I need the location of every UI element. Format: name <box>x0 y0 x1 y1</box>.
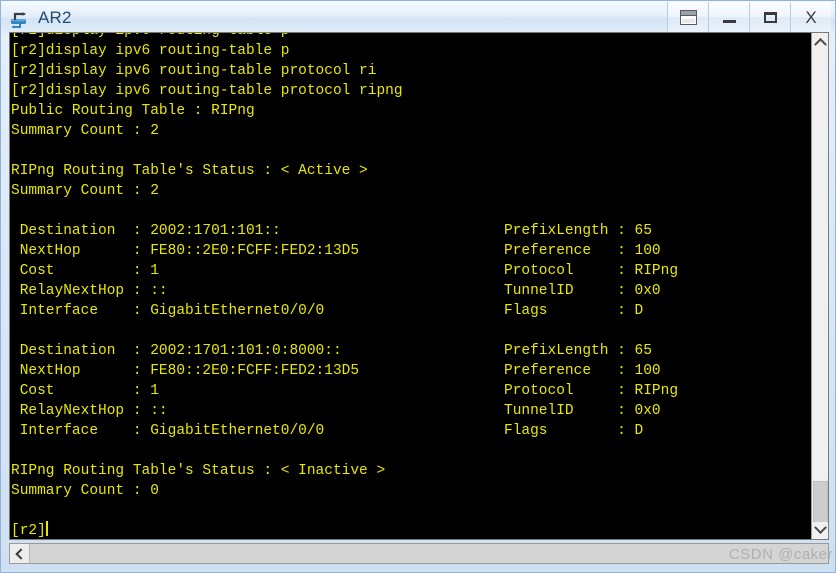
terminal-line: NextHop : FE80::2E0:FCFF:FED2:13D5 Prefer… <box>11 361 806 381</box>
horizontal-scrollbar-track[interactable] <box>30 544 828 563</box>
window-controls: X <box>667 2 831 32</box>
maximize-button[interactable] <box>749 2 790 32</box>
terminal-line-right: TunnelID : 0x0 <box>504 283 661 299</box>
restore-button[interactable] <box>667 2 708 32</box>
close-icon: X <box>805 7 817 27</box>
title-bar-left: AR2 <box>1 6 72 30</box>
terminal-output-area[interactable]: [r2]display ipv6 routing-table p [r2]disp… <box>9 32 829 540</box>
terminal-line: Cost : 1 Protocol : RIPng <box>11 381 806 401</box>
minimize-button[interactable] <box>708 2 749 32</box>
terminal-line: RelayNextHop : :: TunnelID : 0x0 <box>11 401 806 421</box>
scroll-down-button[interactable] <box>812 521 828 539</box>
terminal-line-right: Protocol : RIPng <box>504 383 679 399</box>
terminal-line-left: Cost : 1 <box>11 263 159 279</box>
terminal-line-right: PrefixLength : 65 <box>504 343 652 359</box>
terminal-line-right: Protocol : RIPng <box>504 263 679 279</box>
terminal-line-left: Interface : GigabitEthernet0/0/0 <box>11 423 325 439</box>
title-bar[interactable]: AR2 X <box>1 1 835 34</box>
terminal-line-left: Public Routing Table : RIPng <box>11 103 255 119</box>
terminal-line-left: [r2]display ipv6 routing-table protocol … <box>11 83 403 99</box>
terminal-line: [r2]display ipv6 routing-table p <box>11 33 806 41</box>
terminal-line-left: RIPng Routing Table's Status : < Inactiv… <box>11 463 386 479</box>
terminal-line-right: Preference : 100 <box>504 363 661 379</box>
router-icon <box>8 6 32 30</box>
terminal-line: Summary Count : 0 <box>11 481 806 501</box>
scroll-left-button[interactable] <box>10 544 30 563</box>
terminal-line: Destination : 2002:1701:101:: PrefixLengt… <box>11 221 806 241</box>
terminal-line-left: Summary Count : 2 <box>11 183 159 199</box>
ar2-console-window: AR2 X [r2]display ipv6 routing-table p [r… <box>0 0 836 573</box>
terminal-line-right: Flags : D <box>504 423 644 439</box>
vertical-scrollbar[interactable] <box>811 33 828 539</box>
terminal-line-left: Cost : 1 <box>11 383 159 399</box>
terminal-line: [r2] <box>11 521 806 539</box>
minimize-icon <box>722 19 736 23</box>
terminal-line: NextHop : FE80::2E0:FCFF:FED2:13D5 Prefer… <box>11 241 806 261</box>
terminal-line-left: RelayNextHop : :: <box>11 403 168 419</box>
terminal-line-right: PrefixLength : 65 <box>504 223 652 239</box>
terminal-line-left: Interface : GigabitEthernet0/0/0 <box>11 303 325 319</box>
window-restore-icon <box>679 9 697 25</box>
close-button[interactable]: X <box>790 2 831 32</box>
maximize-icon <box>763 11 777 23</box>
terminal-line-left: [r2] <box>11 523 46 539</box>
terminal-line-right: TunnelID : 0x0 <box>504 403 661 419</box>
chevron-up-icon <box>813 37 827 51</box>
terminal-line-right: Flags : D <box>504 303 644 319</box>
terminal-line-left: Destination : 2002:1701:101:0:8000:: <box>11 343 342 359</box>
terminal-line-left: Summary Count : 2 <box>11 123 159 139</box>
terminal-line: [r2]display ipv6 routing-table protocol … <box>11 61 806 81</box>
terminal-line: RIPng Routing Table's Status : < Inactiv… <box>11 461 806 481</box>
terminal-line-left: [r2]display ipv6 routing-table p <box>11 33 289 39</box>
chevron-down-icon <box>813 521 827 535</box>
terminal-line: RIPng Routing Table's Status : < Active … <box>11 161 806 181</box>
scroll-up-button[interactable] <box>812 33 828 51</box>
terminal-line-left: RIPng Routing Table's Status : < Active … <box>11 163 368 179</box>
terminal-line-left: [r2]display ipv6 routing-table protocol … <box>11 63 377 79</box>
terminal-line: RelayNextHop : :: TunnelID : 0x0 <box>11 281 806 301</box>
terminal-line: Interface : GigabitEthernet0/0/0 Flags : … <box>11 301 806 321</box>
chevron-left-icon <box>15 547 27 560</box>
terminal-line: [r2]display ipv6 routing-table p <box>11 41 806 61</box>
terminal-line: Public Routing Table : RIPng <box>11 101 806 121</box>
terminal-line-left: NextHop : FE80::2E0:FCFF:FED2:13D5 <box>11 243 360 259</box>
window-title: AR2 <box>38 7 72 27</box>
terminal-line: Summary Count : 2 <box>11 121 806 141</box>
terminal-line: [r2]display ipv6 routing-table protocol … <box>11 81 806 101</box>
terminal-line: Cost : 1 Protocol : RIPng <box>11 261 806 281</box>
terminal-text: [r2]display ipv6 routing-table p [r2]disp… <box>11 33 806 539</box>
terminal-line: Interface : GigabitEthernet0/0/0 Flags : … <box>11 421 806 441</box>
terminal-line-right: Preference : 100 <box>504 243 661 259</box>
terminal-line-left: RelayNextHop : :: <box>11 283 168 299</box>
terminal-cursor <box>45 521 48 536</box>
terminal-line-left: Summary Count : 0 <box>11 483 159 499</box>
terminal-line: Summary Count : 2 <box>11 181 806 201</box>
terminal-line-left: [r2]display ipv6 routing-table p <box>11 43 290 59</box>
terminal-line-left: NextHop : FE80::2E0:FCFF:FED2:13D5 <box>11 363 360 379</box>
horizontal-scrollbar[interactable] <box>9 543 829 564</box>
terminal-line: Destination : 2002:1701:101:0:8000:: Pref… <box>11 341 806 361</box>
terminal-line-left: Destination : 2002:1701:101:: <box>11 223 281 239</box>
